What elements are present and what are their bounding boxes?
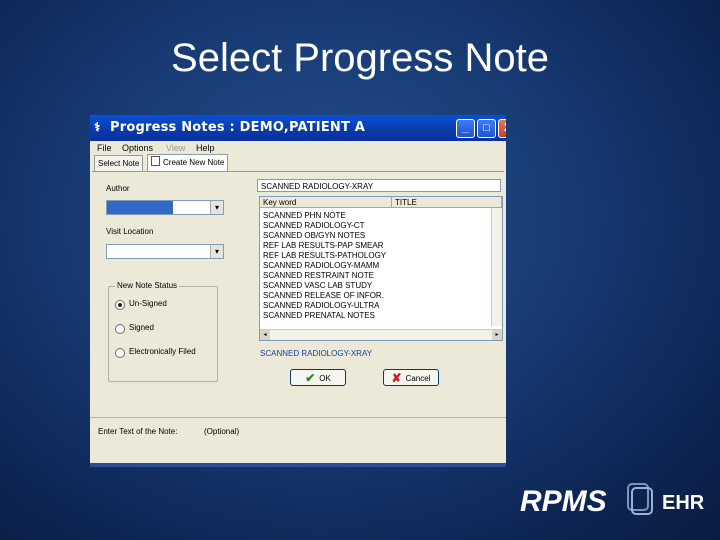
radio-electronically-filed-label: Electronically Filed <box>129 347 196 356</box>
vertical-scrollbar[interactable] <box>491 208 502 326</box>
menu-options[interactable]: Options <box>122 143 153 153</box>
cancel-button[interactable]: ✘ Cancel <box>383 369 439 386</box>
selected-title-text: SCANNED RADIOLOGY-XRAY <box>260 349 373 358</box>
ok-button[interactable]: ✔ OK <box>290 369 346 386</box>
maximize-button[interactable]: □ <box>477 119 496 138</box>
window-bottom-edge <box>90 463 506 467</box>
cancel-button-label: Cancel <box>405 374 431 383</box>
list-item[interactable]: REF LAB RESULTS-PAP SMEAR <box>263 241 383 250</box>
note-icon <box>151 156 160 166</box>
radio-signed[interactable] <box>115 324 125 334</box>
list-item[interactable]: SCANNED VASC LAB STUDY <box>263 281 372 290</box>
radio-unsigned-label: Un-Signed <box>129 299 167 308</box>
window-title: Progress Notes : DEMO,PATIENT A <box>110 120 366 135</box>
note-title-input[interactable]: SCANNED RADIOLOGY-XRAY <box>257 179 501 192</box>
menu-view[interactable]: View <box>166 143 185 153</box>
menu-help[interactable]: Help <box>196 143 215 153</box>
menu-file[interactable]: File <box>97 143 112 153</box>
note-text-bar: Enter Text of the Note: (Optional) <box>90 417 506 438</box>
app-icon: ⚕ <box>94 120 101 134</box>
title-bar[interactable]: ⚕ Progress Notes : DEMO,PATIENT A _ □ X <box>90 115 506 141</box>
list-item[interactable]: SCANNED PRENATAL NOTES <box>263 311 375 320</box>
author-combobox[interactable]: ▾ <box>106 200 224 215</box>
dropdown-icon[interactable]: ▾ <box>210 245 223 258</box>
rpms-ehr-logo: RPMS EHR <box>520 478 710 524</box>
enter-text-label: Enter Text of the Note: <box>98 427 178 436</box>
create-note-panel: Author ▾ Visit Location ▾ New Note Statu… <box>92 171 504 412</box>
logo-text: RPMS <box>520 485 607 518</box>
visit-location-label: Visit Location <box>106 227 154 236</box>
visit-location-combobox[interactable]: ▾ <box>106 244 224 259</box>
column-header-title[interactable]: TITLE <box>392 197 502 208</box>
checkmark-icon: ✔ <box>305 371 316 385</box>
radio-signed-label: Signed <box>129 323 154 332</box>
minimize-button[interactable]: _ <box>456 119 475 138</box>
ok-button-label: OK <box>319 374 331 383</box>
scroll-left-icon[interactable]: ◂ <box>260 330 270 340</box>
tab-create-new-note[interactable]: Create New Note <box>147 154 229 172</box>
author-label: Author <box>106 184 130 193</box>
horizontal-scrollbar[interactable]: ◂ ▸ <box>260 329 502 340</box>
list-item[interactable]: SCANNED PHN NOTE <box>263 211 346 220</box>
menu-bar: File Options View Help <box>90 141 506 155</box>
slide-title: Select Progress Note <box>171 36 549 80</box>
note-status-label: New Note Status <box>115 281 180 290</box>
logo-graphic: RPMS EHR <box>520 483 705 518</box>
list-item[interactable]: REF LAB RESULTS-PATHOLOGY <box>263 251 386 260</box>
radio-electronically-filed[interactable] <box>115 348 125 358</box>
progress-notes-window: ⚕ Progress Notes : DEMO,PATIENT A _ □ X … <box>90 115 506 467</box>
author-selection <box>107 201 173 214</box>
list-item[interactable]: SCANNED OB/GYN NOTES <box>263 231 365 240</box>
dropdown-icon[interactable]: ▾ <box>210 201 223 214</box>
logo-suffix: EHR <box>662 492 705 514</box>
close-button[interactable]: X <box>498 119 506 138</box>
note-title-list[interactable]: Key word TITLE SCANNED PHN NOTE SCANNED R… <box>259 196 503 341</box>
column-header-keyword[interactable]: Key word <box>260 197 392 208</box>
list-item[interactable]: SCANNED RESTRAINT NOTE <box>263 271 374 280</box>
tab-select-note-label: Select Note <box>98 159 140 168</box>
cancel-x-icon: ✘ <box>391 371 402 385</box>
optional-label: (Optional) <box>204 427 240 436</box>
tab-create-new-note-label: Create New Note <box>163 158 225 167</box>
list-item[interactable]: SCANNED RADIOLOGY-CT <box>263 221 365 230</box>
list-item[interactable]: SCANNED RADIOLOGY-MAMM <box>263 261 379 270</box>
tab-select-note[interactable]: Select Note <box>94 155 144 171</box>
note-status-group: New Note Status Un-Signed Signed Electro… <box>108 281 218 382</box>
radio-unsigned[interactable] <box>115 300 125 310</box>
list-item[interactable]: SCANNED RADIOLOGY-ULTRA <box>263 301 379 310</box>
list-item[interactable]: SCANNED RELEASE OF INFOR. <box>263 291 384 300</box>
scroll-right-icon[interactable]: ▸ <box>492 330 502 340</box>
